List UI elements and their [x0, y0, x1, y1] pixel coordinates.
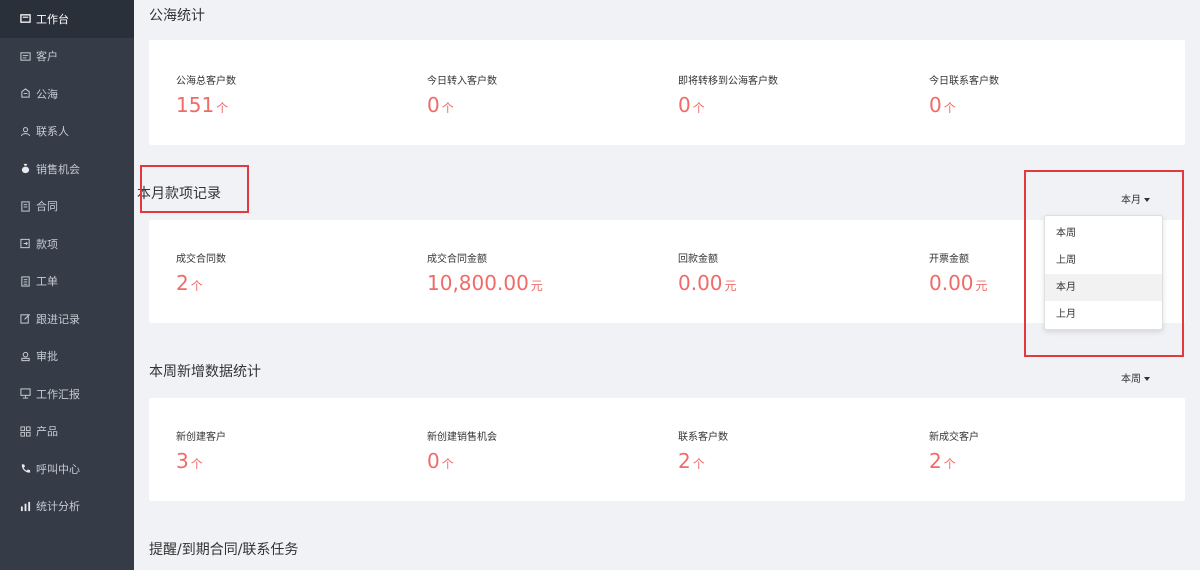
- sidebar-item-label: 联系人: [36, 125, 69, 139]
- stat-label: 新创建客户: [176, 432, 226, 443]
- stat-label: 成交合同数: [176, 254, 226, 265]
- stat-label: 新创建销售机会: [427, 432, 497, 443]
- stat-pool-total: 公海总客户数 151 个: [176, 72, 236, 117]
- sidebar-item-label: 工作汇报: [36, 387, 80, 401]
- stat-label: 新成交客户: [929, 432, 979, 443]
- stat-value: 0个: [427, 93, 454, 117]
- stat-contacted-customers: 联系客户数 2个: [678, 428, 728, 473]
- stat-label: 即将转移到公海客户数: [678, 76, 778, 87]
- sidebar-item-approval[interactable]: 审批: [0, 338, 134, 376]
- sidebar-item-tickets[interactable]: 工单: [0, 263, 134, 301]
- approval-icon: [20, 351, 31, 362]
- stat-value: 0.00 元: [929, 271, 988, 295]
- stat-value: 10,800.00 元: [427, 271, 543, 295]
- report-icon: [20, 388, 31, 399]
- sidebar-item-dashboard[interactable]: 工作台: [0, 0, 134, 38]
- sidebar-item-label: 销售机会: [36, 162, 80, 176]
- product-icon: [20, 426, 31, 437]
- stat-label: 公海总客户数: [176, 76, 236, 87]
- weekly-new-card: 新创建客户 3个 新创建销售机会 0个 联系客户数 2个 新成交客户 2个: [149, 398, 1185, 501]
- chart-icon: [20, 501, 31, 512]
- pool-stats-card: 公海总客户数 151 个 今日转入客户数 0个 即将转移到公海客户数 0个 今日联…: [149, 40, 1185, 145]
- sidebar-item-followups[interactable]: 跟进记录: [0, 300, 134, 338]
- stat-value: 3个: [176, 449, 203, 473]
- stat-label: 回款金额: [678, 254, 718, 265]
- stat-deal-contracts: 成交合同数 2个: [176, 250, 226, 295]
- stat-to-be-transferred: 即将转移到公海客户数 0个: [678, 72, 778, 117]
- stat-value: 0个: [427, 449, 454, 473]
- sidebar-item-label: 工单: [36, 275, 58, 289]
- period-dropdown-label: 本周: [1121, 374, 1141, 385]
- section-title-weekly-new: 本周新增数据统计: [149, 364, 261, 380]
- sidebar-item-label: 客户: [36, 50, 58, 64]
- sidebar-item-payments[interactable]: 款项: [0, 225, 134, 263]
- section-title-reminders: 提醒/到期合同/联系任务: [149, 542, 299, 558]
- main-content: 公海统计 公海总客户数 151 个 今日转入客户数 0个 即将转移到公海客户数 0…: [134, 0, 1200, 570]
- contract-icon: [20, 201, 31, 212]
- sidebar-item-label: 产品: [36, 425, 58, 439]
- sidebar-item-contracts[interactable]: 合同: [0, 188, 134, 226]
- sidebar-item-label: 公海: [36, 87, 58, 101]
- edit-icon: [20, 313, 31, 324]
- stat-invoice-amount: 开票金额 0.00 元: [929, 250, 988, 295]
- sidebar-item-products[interactable]: 产品: [0, 413, 134, 451]
- phone-icon: [20, 463, 31, 474]
- stat-received-amount: 回款金额 0.00 元: [678, 250, 737, 295]
- moneybag-icon: [20, 163, 31, 174]
- stat-new-deals: 新成交客户 2个: [929, 428, 979, 473]
- sidebar-item-label: 合同: [36, 200, 58, 214]
- stat-value: 2个: [929, 449, 956, 473]
- stat-label: 开票金额: [929, 254, 969, 265]
- stat-today-transferred: 今日转入客户数 0个: [427, 72, 497, 117]
- payment-icon: [20, 238, 31, 249]
- stat-label: 成交合同金额: [427, 254, 487, 265]
- stat-new-opportunities: 新创建销售机会 0个: [427, 428, 497, 473]
- stat-label: 今日转入客户数: [427, 76, 497, 87]
- sidebar-item-work-report[interactable]: 工作汇报: [0, 375, 134, 413]
- stat-label: 联系客户数: [678, 432, 728, 443]
- sidebar-item-customer[interactable]: 客户: [0, 38, 134, 76]
- stat-contract-amount: 成交合同金额 10,800.00 元: [427, 250, 543, 295]
- stat-value: 2个: [678, 449, 705, 473]
- pool-icon: [20, 88, 31, 99]
- stat-new-customers: 新创建客户 3个: [176, 428, 226, 473]
- sidebar-item-label: 统计分析: [36, 500, 80, 514]
- highlight-box-dropdown: [1024, 170, 1184, 357]
- ticket-icon: [20, 276, 31, 287]
- period-dropdown-weekly[interactable]: 本周: [1121, 370, 1150, 385]
- sidebar-item-label: 跟进记录: [36, 312, 80, 326]
- contact-icon: [20, 126, 31, 137]
- stat-value: 0个: [929, 93, 956, 117]
- sidebar-item-label: 款项: [36, 237, 58, 251]
- stat-value: 0个: [678, 93, 705, 117]
- sidebar-item-call-center[interactable]: 呼叫中心: [0, 450, 134, 488]
- sidebar-item-opportunities[interactable]: 销售机会: [0, 150, 134, 188]
- section-title-pool-stats: 公海统计: [149, 8, 205, 24]
- sidebar-item-label: 呼叫中心: [36, 462, 80, 476]
- sidebar: 工作台 客户 公海 联系人 销售机会 合同 款项 工单 跟进记录 审批 工作汇报…: [0, 0, 134, 570]
- stat-label: 今日联系客户数: [929, 76, 999, 87]
- highlight-box-title: [140, 165, 249, 213]
- customer-icon: [20, 51, 31, 62]
- sidebar-item-contacts[interactable]: 联系人: [0, 113, 134, 151]
- stat-value: 0.00 元: [678, 271, 737, 295]
- dashboard-icon: [20, 13, 31, 24]
- sidebar-item-label: 工作台: [36, 12, 69, 26]
- caret-down-icon: [1144, 377, 1150, 381]
- sidebar-item-analytics[interactable]: 统计分析: [0, 488, 134, 526]
- stat-value: 151 个: [176, 93, 229, 117]
- sidebar-item-label: 审批: [36, 350, 58, 364]
- sidebar-item-pool[interactable]: 公海: [0, 75, 134, 113]
- stat-today-contacted: 今日联系客户数 0个: [929, 72, 999, 117]
- stat-value: 2个: [176, 271, 203, 295]
